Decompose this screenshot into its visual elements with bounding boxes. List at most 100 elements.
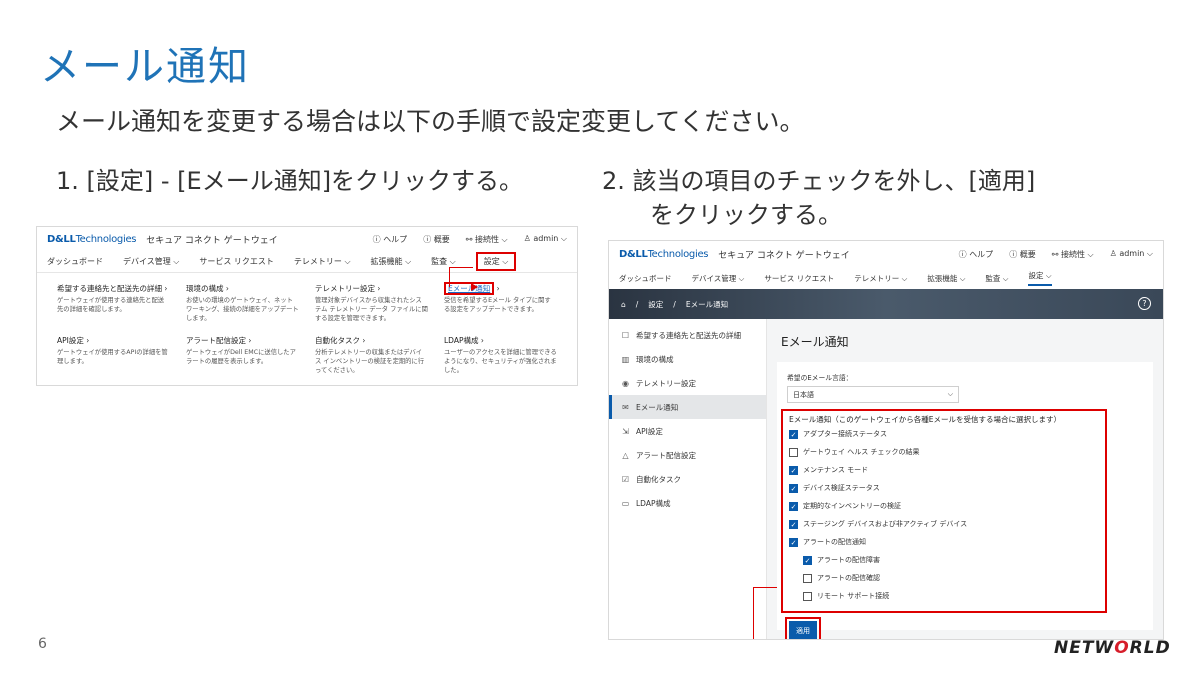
notify-option-label: アラートの配信確認	[817, 574, 880, 582]
sidebar-item-alert[interactable]: △ アラート配信設定	[609, 443, 766, 467]
app-header-2: D&LLTechnologies セキュア コネクト ゲートウェイ ⓘ ヘルプ …	[609, 241, 1163, 267]
about-button[interactable]: ⓘ 概要	[1009, 249, 1036, 260]
menu-environment-config[interactable]: 環境の構成 › お使いの環境のゲートウェイ、ネットワーキング、接続の詳細をアップデ…	[178, 279, 307, 331]
about-button[interactable]: ⓘ 概要	[423, 234, 450, 245]
menu-ldap-config[interactable]: LDAP構成 › ユーザーのアクセスを詳細に管理できるようになり、セキュリティが強…	[436, 331, 565, 383]
notify-option[interactable]: ✓ ステージング デバイスおよび非アクティブ デバイス	[789, 519, 1099, 537]
sidebar-item-automation[interactable]: ☑ 自動化タスク	[609, 467, 766, 491]
info-icon: ⓘ	[1009, 249, 1020, 259]
nav-device-mgmt[interactable]: デバイス管理 ⌵	[123, 256, 179, 267]
connectivity-icon: ⚯	[1051, 249, 1061, 259]
checkbox-checked-icon[interactable]: ✓	[789, 484, 798, 493]
notify-option-label: ゲートウェイ ヘルス チェックの結果	[803, 448, 920, 456]
apply-button[interactable]: 適用	[789, 621, 817, 639]
nav-extensions[interactable]: 拡張機能 ⌵	[371, 256, 412, 267]
checkbox-checked-icon[interactable]: ✓	[789, 502, 798, 511]
notify-option-label: アダプター接続ステータス	[803, 430, 887, 438]
api-icon: ⇲	[622, 426, 629, 436]
nav-settings[interactable]: 設定 ⌵	[475, 252, 517, 271]
menu-contact-details[interactable]: 希望する連絡先と配送先の詳細 › ゲートウェイが使用する連絡先と配送先の詳細を確認…	[49, 279, 178, 331]
notify-option[interactable]: ✓ アダプター接続ステータス	[789, 429, 1099, 447]
step-2-line-2: をクリックする。	[650, 201, 842, 229]
nav-extensions[interactable]: 拡張機能 ⌵	[927, 273, 965, 284]
menu-telemetry-settings[interactable]: テレメトリー設定 › 管理対象デバイスから収集されたシステム テレメトリー データ…	[307, 279, 436, 331]
menu-automation-tasks[interactable]: 自動化タスク › 分析テレメトリーの収集またはデバイス インベントリーの検証を定期…	[307, 331, 436, 383]
screenshot-settings-menu: D&LLTechnologies セキュア コネクト ゲートウェイ ⓘ ヘルプ …	[36, 226, 578, 386]
menu-api-settings[interactable]: API設定 › ゲートウェイが使用するAPIの詳細を管理します。	[49, 331, 178, 383]
grid-icon: ▥	[621, 354, 630, 364]
step-2: 2. 該当の項目のチェックを外し、[適用] をクリックする。	[602, 164, 1035, 232]
help-button[interactable]: ⓘ ヘルプ	[959, 249, 994, 260]
sidebar-item-telemetry[interactable]: ◉ テレメトリー設定	[609, 371, 766, 395]
notify-option[interactable]: リモート サポート接続	[789, 591, 1099, 609]
checkbox-unchecked-icon[interactable]	[803, 592, 812, 601]
help-circle-icon[interactable]: ?	[1138, 297, 1151, 310]
arrow-head-icon	[471, 283, 478, 291]
nav-telemetry[interactable]: テレメトリー ⌵	[294, 256, 351, 267]
nav-settings[interactable]: 設定 ⌵	[1028, 270, 1052, 286]
page-number: 6	[38, 636, 47, 652]
nav-service-request[interactable]: サービス リクエスト	[764, 273, 834, 284]
apply-connector	[753, 587, 777, 639]
folder-icon: ▭	[621, 498, 630, 508]
sidebar-item-ldap[interactable]: ▭ LDAP構成	[609, 491, 766, 515]
checkbox-unchecked-icon[interactable]	[789, 448, 798, 457]
connectivity-menu[interactable]: ⚯ 接続性 ⌵	[466, 234, 508, 245]
notify-option[interactable]: アラートの配信確認	[789, 573, 1099, 591]
nav-dashboard[interactable]: ダッシュボード	[47, 256, 103, 267]
document-icon: ☐	[621, 330, 630, 340]
breadcrumb-settings[interactable]: 設定	[648, 299, 663, 310]
notify-option-label: リモート サポート接続	[817, 592, 890, 600]
app-name: セキュア コネクト ゲートウェイ	[718, 250, 850, 261]
lang-label: 希望のEメール言語：	[787, 374, 853, 382]
step-1: 1. [設定] - [Eメール通知]をクリックする。	[56, 167, 524, 195]
radio-icon: ◉	[622, 378, 629, 388]
sidebar-item-email[interactable]: ✉ Eメール通知	[609, 395, 766, 419]
checkbox-checked-icon[interactable]: ✓	[789, 430, 798, 439]
checkbox-unchecked-icon[interactable]	[803, 574, 812, 583]
main-nav-2: ダッシュボード デバイス管理 ⌵ サービス リクエスト テレメトリー ⌵ 拡張機…	[609, 267, 1163, 289]
slide-subtitle: メール通知を変更する場合は以下の手順で設定変更してください。	[56, 107, 805, 136]
dell-logo: D&LLTechnologies	[619, 248, 709, 260]
networld-logo: NETWORLD	[1054, 638, 1171, 658]
dell-logo: D&LLTechnologies	[47, 233, 137, 245]
checkbox-checked-icon[interactable]: ✓	[789, 538, 798, 547]
checkbox-checked-icon[interactable]: ✓	[789, 466, 798, 475]
user-menu[interactable]: ♙ admin ⌵	[1110, 249, 1153, 259]
notify-option[interactable]: ✓ メンテナンス モード	[789, 465, 1099, 483]
notify-option[interactable]: ✓ 定期的なインベントリーの検証	[789, 501, 1099, 519]
sidebar-item-contact[interactable]: ☐ 希望する連絡先と配送先の詳細	[609, 323, 766, 347]
nav-dashboard[interactable]: ダッシュボード	[619, 273, 672, 284]
notify-option[interactable]: ✓ デバイス検証ステータス	[789, 483, 1099, 501]
help-button[interactable]: ⓘ ヘルプ	[373, 234, 408, 245]
notify-option-label: ステージング デバイスおよび非アクティブ デバイス	[803, 520, 968, 528]
sidebar-item-api[interactable]: ⇲ API設定	[609, 419, 766, 443]
mail-icon: ✉	[622, 402, 629, 412]
notify-option[interactable]: ✓ アラートの配信障害	[789, 555, 1099, 573]
app-header: D&LLTechnologies セキュア コネクト ゲートウェイ ⓘ ヘルプ …	[37, 227, 577, 251]
slide-title: メール通知	[40, 44, 250, 90]
nav-audit[interactable]: 監査 ⌵	[985, 273, 1008, 284]
checkbox-icon: ☑	[621, 474, 630, 484]
email-content: Eメール通知 希望のEメール言語： 日本語 ⌵ Eメール通知（このゲートウェイから…	[753, 319, 1163, 639]
notify-option[interactable]: ✓ アラートの配信通知	[789, 537, 1099, 555]
settings-mega-menu: 希望する連絡先と配送先の詳細 › ゲートウェイが使用する連絡先と配送先の詳細を確認…	[37, 273, 577, 385]
help-icon: ⓘ	[372, 234, 384, 244]
menu-alert-delivery[interactable]: アラート配信設定 › ゲートウェイがDell EMCに送信したアラートの履歴を表示…	[178, 331, 307, 383]
user-menu[interactable]: ♙ admin ⌵	[524, 234, 567, 244]
nav-telemetry[interactable]: テレメトリー ⌵	[854, 273, 907, 284]
checkbox-checked-icon[interactable]: ✓	[789, 520, 798, 529]
lang-select[interactable]: 日本語 ⌵	[787, 386, 959, 403]
nav-service-request[interactable]: サービス リクエスト	[199, 256, 274, 267]
warning-icon: △	[622, 450, 629, 460]
connectivity-menu[interactable]: ⚯ 接続性 ⌵	[1052, 249, 1094, 260]
nav-audit[interactable]: 監査 ⌵	[431, 256, 456, 267]
screenshot-email-settings: D&LLTechnologies セキュア コネクト ゲートウェイ ⓘ ヘルプ …	[608, 240, 1164, 640]
chevron-down-icon: ⌵	[947, 390, 953, 398]
sidebar-item-environment[interactable]: ▥ 環境の構成	[609, 347, 766, 371]
help-icon: ⓘ	[958, 249, 970, 259]
notify-option[interactable]: ゲートウェイ ヘルス チェックの結果	[789, 447, 1099, 465]
nav-device-mgmt[interactable]: デバイス管理 ⌵	[692, 273, 745, 284]
checkbox-checked-icon[interactable]: ✓	[803, 556, 812, 565]
home-icon[interactable]: ⌂	[621, 300, 626, 309]
